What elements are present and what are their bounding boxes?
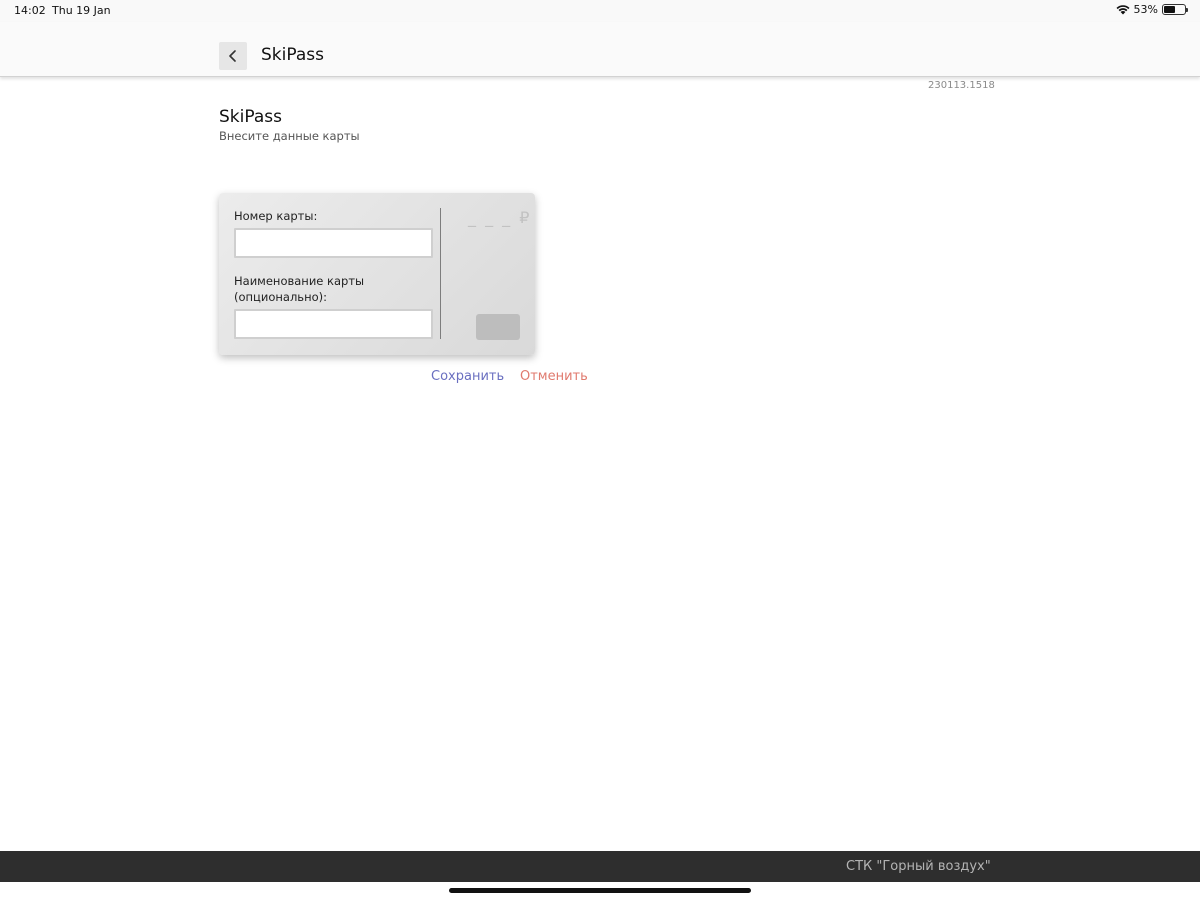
top-header: SkiPass — [0, 22, 1200, 77]
status-bar: 14:02 Thu 19 Jan 53% — [0, 0, 1200, 22]
wifi-icon — [1116, 5, 1130, 15]
card-divider — [440, 208, 441, 339]
card-chip — [476, 314, 520, 340]
status-date: Thu 19 Jan — [52, 4, 111, 17]
page-title: SkiPass — [219, 107, 282, 127]
battery-fill — [1164, 6, 1175, 13]
build-version: 230113.1518 — [928, 80, 995, 91]
header-title: SkiPass — [261, 45, 324, 65]
chevron-left-icon — [229, 50, 236, 62]
battery-icon — [1162, 4, 1188, 15]
save-button[interactable]: Сохранить — [431, 369, 504, 384]
battery-percent: 53% — [1133, 3, 1158, 16]
card-balance: _ _ _ ₽ — [468, 208, 532, 227]
home-indicator[interactable] — [449, 888, 751, 893]
page-subtitle: Внесите данные карты — [219, 129, 360, 143]
card-name-label: Наименование карты (опционально): — [234, 274, 365, 304]
footer-bar: СТК "Горный воздух" — [0, 851, 1200, 882]
card-name-input[interactable] — [234, 309, 433, 339]
back-button[interactable] — [219, 42, 247, 70]
cancel-button[interactable]: Отменить — [520, 369, 588, 384]
status-time: 14:02 — [14, 4, 46, 17]
footer-company: СТК "Горный воздух" — [846, 859, 991, 874]
card-number-input[interactable] — [234, 228, 433, 258]
status-indicators: 53% — [1116, 3, 1188, 16]
skipass-card: Номер карты: Наименование карты (опциона… — [219, 193, 535, 355]
card-number-label: Номер карты: — [234, 209, 318, 223]
